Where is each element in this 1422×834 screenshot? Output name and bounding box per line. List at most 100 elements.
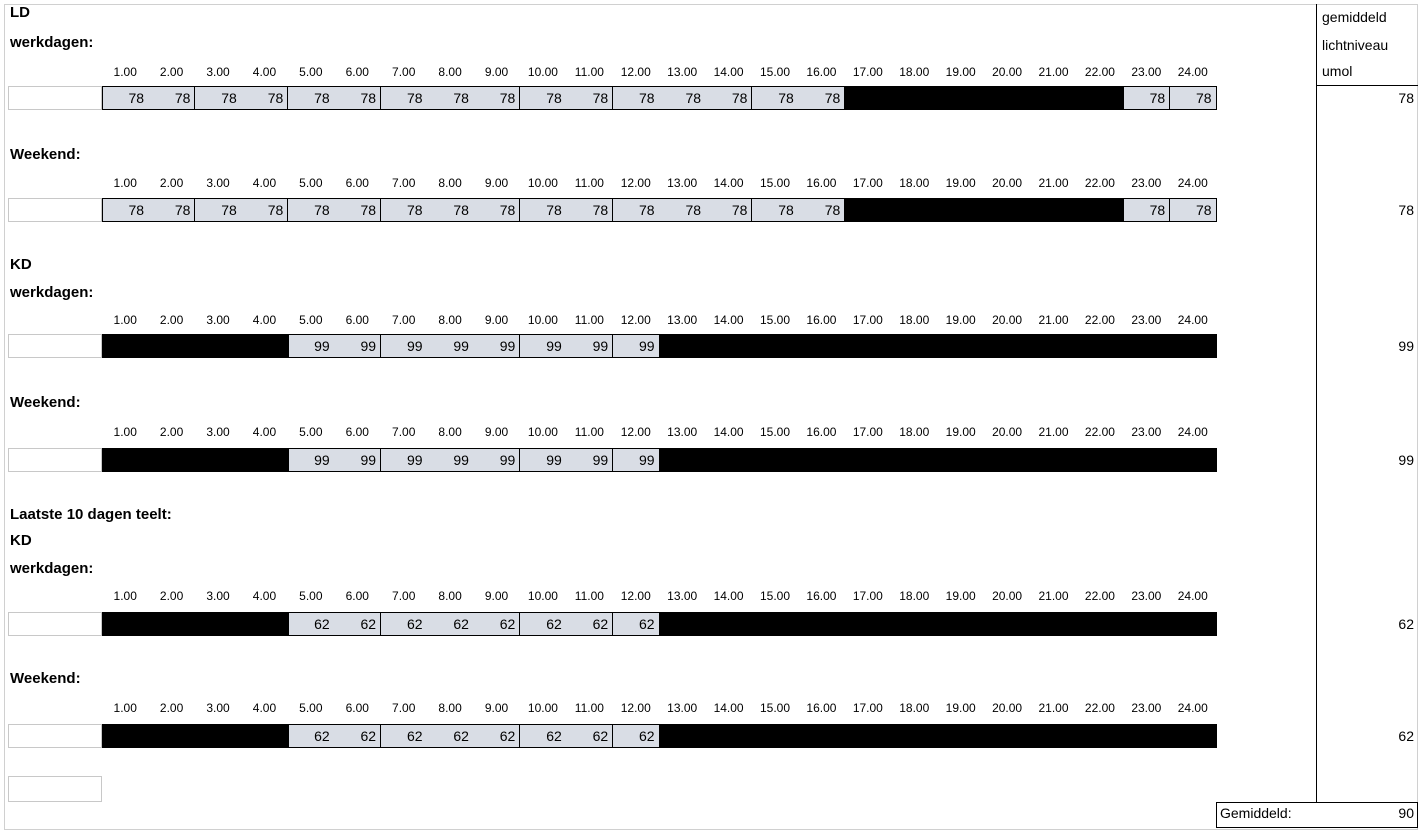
total-value[interactable]: 90 bbox=[1320, 805, 1414, 821]
light-on-cell[interactable]: 99 bbox=[473, 448, 521, 472]
light-off-cell[interactable] bbox=[1030, 448, 1078, 472]
hour-header[interactable]: 18.00 bbox=[891, 424, 937, 440]
light-off-cell[interactable] bbox=[1030, 724, 1078, 748]
light-off-cell[interactable] bbox=[891, 198, 939, 222]
light-on-cell[interactable]: 62 bbox=[426, 612, 474, 636]
hour-header[interactable]: 24.00 bbox=[1170, 312, 1216, 328]
light-off-cell[interactable] bbox=[1123, 612, 1171, 636]
hour-header[interactable]: 1.00 bbox=[102, 175, 148, 191]
hour-header[interactable]: 23.00 bbox=[1123, 175, 1169, 191]
light-off-cell[interactable] bbox=[891, 448, 939, 472]
hour-header[interactable]: 21.00 bbox=[1030, 312, 1076, 328]
block-average-value[interactable]: 62 bbox=[1320, 728, 1414, 744]
hour-header[interactable]: 23.00 bbox=[1123, 64, 1169, 80]
light-on-cell[interactable]: 99 bbox=[519, 334, 567, 358]
hour-header[interactable]: 3.00 bbox=[195, 424, 241, 440]
light-off-cell[interactable] bbox=[148, 448, 196, 472]
average-header-line-3[interactable]: umol bbox=[1322, 58, 1352, 84]
light-on-cell[interactable]: 78 bbox=[148, 86, 196, 110]
hour-header[interactable]: 17.00 bbox=[845, 424, 891, 440]
light-off-cell[interactable] bbox=[983, 334, 1031, 358]
hour-header[interactable]: 15.00 bbox=[752, 312, 798, 328]
light-off-cell[interactable] bbox=[102, 724, 150, 748]
hour-header[interactable]: 11.00 bbox=[566, 424, 612, 440]
light-on-cell[interactable]: 62 bbox=[380, 612, 428, 636]
light-on-cell[interactable]: 78 bbox=[473, 86, 521, 110]
hour-header[interactable]: 13.00 bbox=[659, 64, 705, 80]
hour-header[interactable]: 10.00 bbox=[520, 312, 566, 328]
light-off-cell[interactable] bbox=[705, 724, 753, 748]
hour-header[interactable]: 20.00 bbox=[984, 424, 1030, 440]
block-title[interactable]: werkdagen: bbox=[10, 34, 93, 51]
hour-header[interactable]: 12.00 bbox=[613, 424, 659, 440]
hour-header[interactable]: 14.00 bbox=[705, 588, 751, 604]
hour-header[interactable]: 23.00 bbox=[1123, 312, 1169, 328]
light-off-cell[interactable] bbox=[844, 612, 892, 636]
average-header-line-2[interactable]: lichtniveau bbox=[1322, 32, 1388, 58]
light-off-cell[interactable] bbox=[844, 334, 892, 358]
hour-header[interactable]: 2.00 bbox=[148, 424, 194, 440]
light-on-cell[interactable]: 78 bbox=[612, 86, 660, 110]
light-on-cell[interactable]: 62 bbox=[519, 724, 567, 748]
hour-header[interactable]: 6.00 bbox=[334, 64, 380, 80]
hour-header[interactable]: 5.00 bbox=[288, 175, 334, 191]
hour-header[interactable]: 8.00 bbox=[427, 175, 473, 191]
hour-header[interactable]: 9.00 bbox=[473, 64, 519, 80]
hour-header[interactable]: 17.00 bbox=[845, 700, 891, 716]
hour-header[interactable]: 1.00 bbox=[102, 588, 148, 604]
hour-header[interactable]: 18.00 bbox=[891, 700, 937, 716]
light-off-cell[interactable] bbox=[1030, 334, 1078, 358]
hour-header[interactable]: 19.00 bbox=[938, 64, 984, 80]
light-off-cell[interactable] bbox=[983, 198, 1031, 222]
hour-header[interactable]: 6.00 bbox=[334, 312, 380, 328]
light-on-cell[interactable]: 99 bbox=[473, 334, 521, 358]
light-off-cell[interactable] bbox=[659, 448, 707, 472]
light-off-cell[interactable] bbox=[844, 724, 892, 748]
block-title[interactable]: werkdagen: bbox=[10, 560, 93, 577]
light-on-cell[interactable]: 62 bbox=[473, 612, 521, 636]
hour-header[interactable]: 23.00 bbox=[1123, 700, 1169, 716]
block-title[interactable]: KD bbox=[10, 256, 32, 273]
light-off-cell[interactable] bbox=[148, 724, 196, 748]
hour-header[interactable]: 4.00 bbox=[241, 312, 287, 328]
hour-header[interactable]: 16.00 bbox=[798, 175, 844, 191]
block-average-value[interactable]: 78 bbox=[1320, 202, 1414, 218]
hour-header[interactable]: 22.00 bbox=[1077, 588, 1123, 604]
hour-header[interactable]: 11.00 bbox=[566, 700, 612, 716]
hour-header[interactable]: 16.00 bbox=[798, 424, 844, 440]
hour-header[interactable]: 8.00 bbox=[427, 424, 473, 440]
hour-header[interactable]: 1.00 bbox=[102, 64, 148, 80]
hour-header[interactable]: 16.00 bbox=[798, 312, 844, 328]
block-average-value[interactable]: 78 bbox=[1320, 90, 1414, 106]
hour-header[interactable]: 8.00 bbox=[427, 64, 473, 80]
hour-header[interactable]: 21.00 bbox=[1030, 588, 1076, 604]
hour-header[interactable]: 16.00 bbox=[798, 64, 844, 80]
light-on-cell[interactable]: 62 bbox=[287, 612, 335, 636]
average-header-line-1[interactable]: gemiddeld bbox=[1322, 4, 1387, 30]
light-on-cell[interactable]: 62 bbox=[566, 612, 614, 636]
light-on-cell[interactable]: 78 bbox=[519, 198, 567, 222]
hour-header[interactable]: 13.00 bbox=[659, 700, 705, 716]
hour-header[interactable]: 11.00 bbox=[566, 588, 612, 604]
hour-header[interactable]: 18.00 bbox=[891, 588, 937, 604]
light-on-cell[interactable]: 99 bbox=[566, 448, 614, 472]
hour-header[interactable]: 23.00 bbox=[1123, 588, 1169, 604]
light-off-cell[interactable] bbox=[705, 334, 753, 358]
light-off-cell[interactable] bbox=[798, 448, 846, 472]
light-on-cell[interactable]: 78 bbox=[659, 86, 707, 110]
light-on-cell[interactable]: 62 bbox=[473, 724, 521, 748]
hour-header[interactable]: 2.00 bbox=[148, 588, 194, 604]
light-on-cell[interactable]: 78 bbox=[519, 86, 567, 110]
light-on-cell[interactable]: 78 bbox=[473, 198, 521, 222]
light-on-cell[interactable]: 78 bbox=[194, 198, 242, 222]
hour-header[interactable]: 9.00 bbox=[473, 175, 519, 191]
light-on-cell[interactable]: 78 bbox=[798, 86, 846, 110]
light-on-cell[interactable]: 62 bbox=[380, 724, 428, 748]
light-off-cell[interactable] bbox=[798, 612, 846, 636]
light-on-cell[interactable]: 78 bbox=[426, 86, 474, 110]
hour-header[interactable]: 10.00 bbox=[520, 588, 566, 604]
hour-header[interactable]: 24.00 bbox=[1170, 424, 1216, 440]
hour-header[interactable]: 1.00 bbox=[102, 700, 148, 716]
light-off-cell[interactable] bbox=[241, 724, 289, 748]
hour-header[interactable]: 23.00 bbox=[1123, 424, 1169, 440]
